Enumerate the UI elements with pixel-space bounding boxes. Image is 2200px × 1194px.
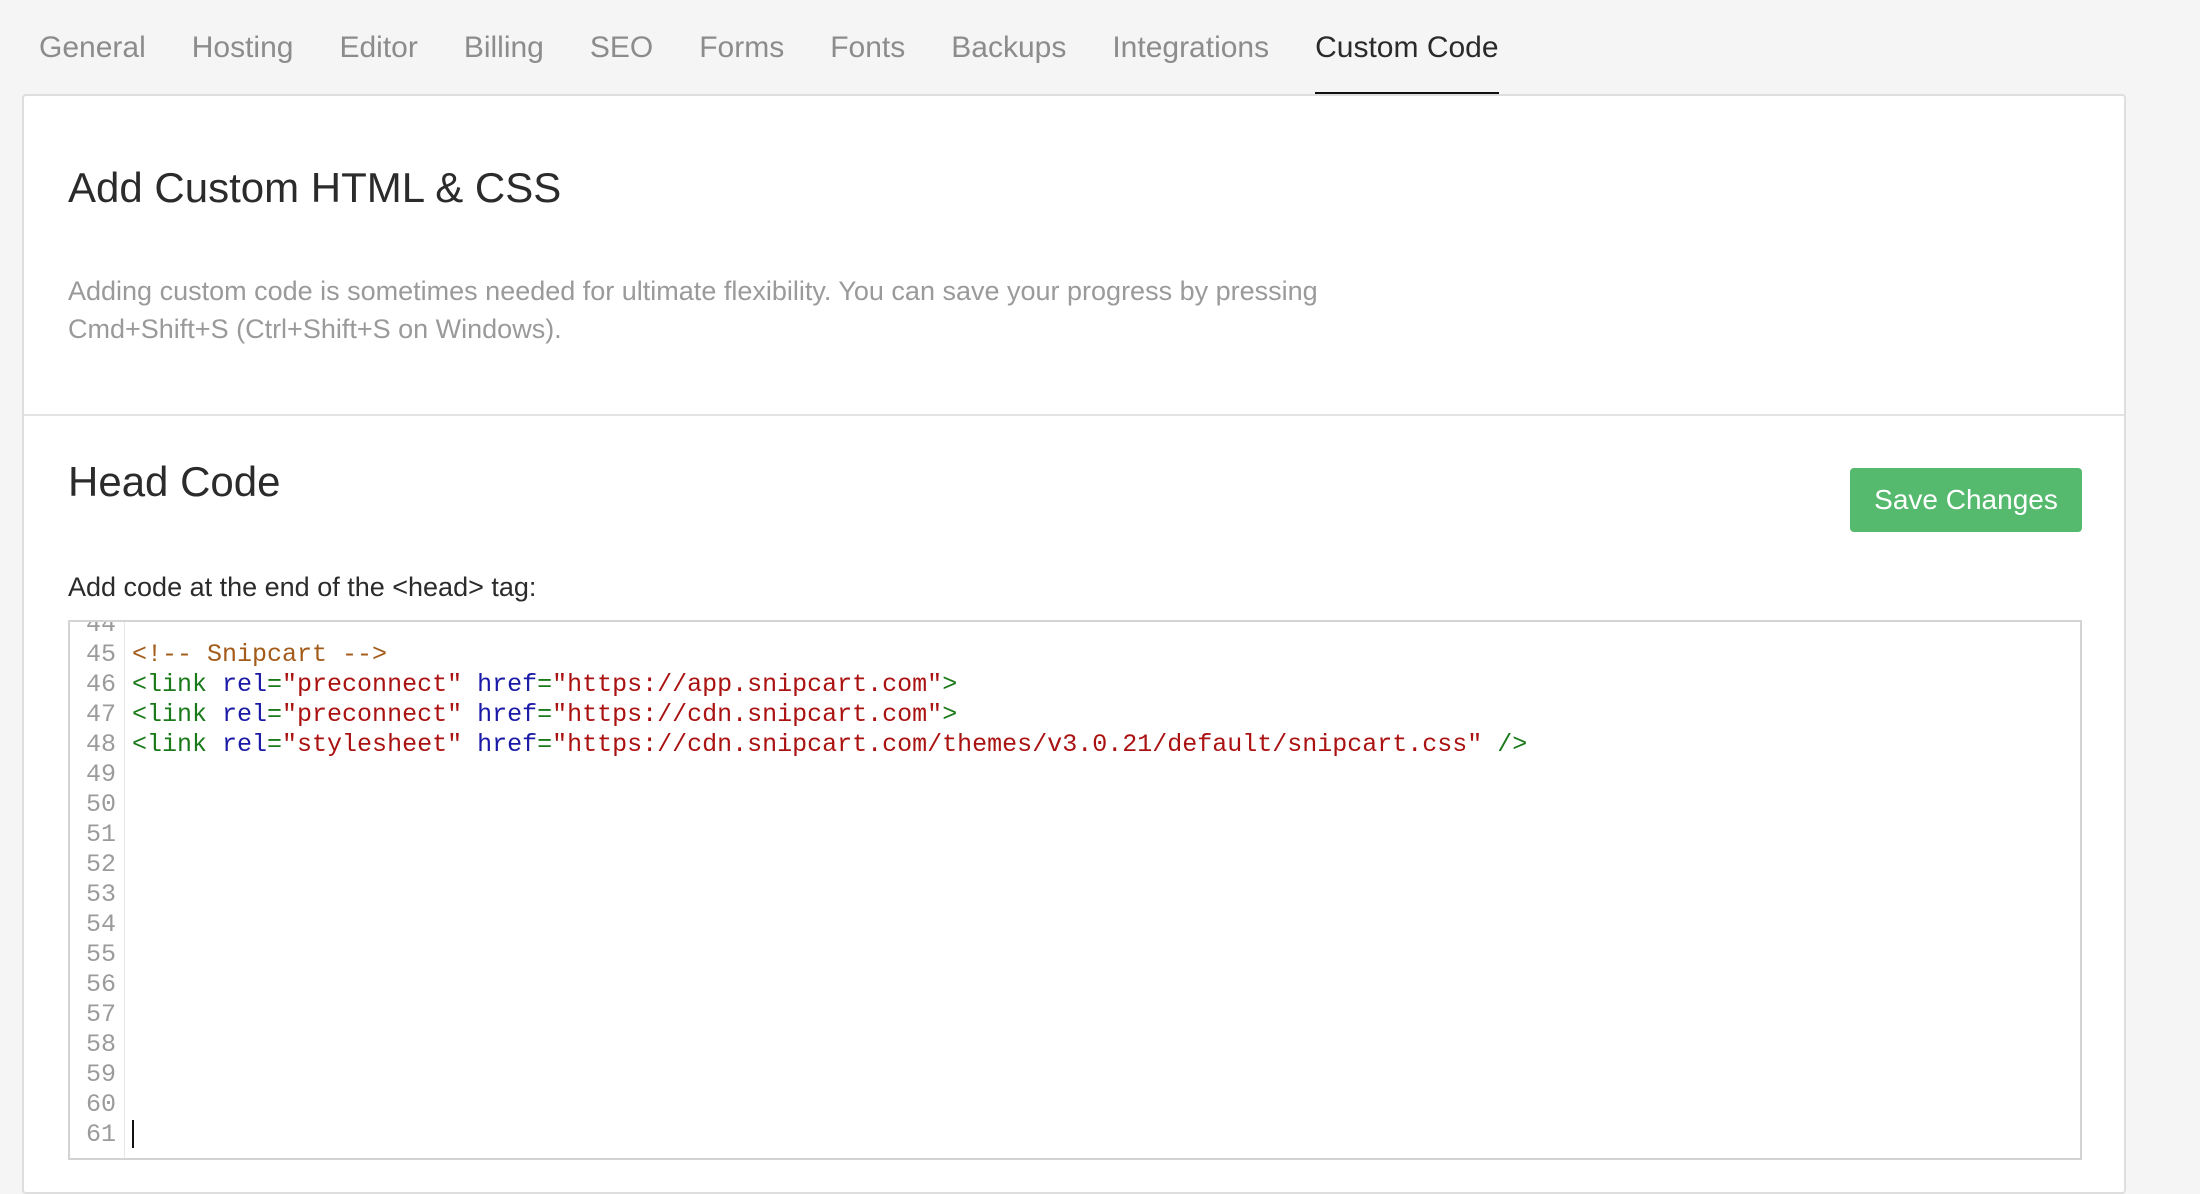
- line-number: 44: [85, 620, 116, 639]
- line-number: 58: [85, 1030, 116, 1059]
- tab-general[interactable]: General: [22, 0, 163, 96]
- tab-seo[interactable]: SEO: [573, 0, 670, 96]
- custom-code-panel: Add Custom HTML & CSS Adding custom code…: [22, 94, 2126, 1194]
- line-number: 46: [85, 670, 116, 699]
- code-line: 60: [70, 1090, 2080, 1120]
- line-number: 60: [85, 1090, 116, 1119]
- line-code: <link rel="stylesheet" href="https://cdn…: [132, 730, 1528, 759]
- head-code-title: Head Code: [68, 458, 281, 505]
- code-line: 57: [70, 1000, 2080, 1030]
- save-changes-button[interactable]: Save Changes: [1850, 468, 2082, 532]
- line-number: 52: [85, 850, 116, 879]
- code-line: 50: [70, 790, 2080, 820]
- code-line: 55: [70, 940, 2080, 970]
- head-code-field-label: Add code at the end of the <head> tag:: [68, 572, 537, 602]
- page-title: Add Custom HTML & CSS: [68, 164, 562, 211]
- line-number: 53: [85, 880, 116, 909]
- line-number: 61: [85, 1120, 116, 1149]
- code-line: 59: [70, 1060, 2080, 1090]
- tab-fonts[interactable]: Fonts: [813, 0, 922, 96]
- intro-section: Add Custom HTML & CSS Adding custom code…: [24, 96, 2124, 416]
- code-line: 53: [70, 880, 2080, 910]
- tab-forms[interactable]: Forms: [682, 0, 801, 96]
- line-number: 57: [85, 1000, 116, 1029]
- line-code: <link rel="preconnect" href="https://cdn…: [132, 700, 958, 729]
- line-number: 48: [85, 730, 116, 759]
- code-line: 54: [70, 910, 2080, 940]
- line-number: 45: [85, 640, 116, 669]
- line-number: 50: [85, 790, 116, 819]
- tab-billing[interactable]: Billing: [447, 0, 561, 96]
- tab-editor[interactable]: Editor: [322, 0, 434, 96]
- line-number: 55: [85, 940, 116, 969]
- line-number: 47: [85, 700, 116, 729]
- code-line: 56: [70, 970, 2080, 1000]
- code-line: 61: [70, 1120, 2080, 1150]
- code-line: 49: [70, 760, 2080, 790]
- code-lines: 44 45 <!-- Snipcart --> 46 <link rel="precon…: [70, 620, 2080, 1150]
- intro-description: Adding custom code is sometimes needed f…: [68, 276, 1318, 344]
- settings-tabs: General Hosting Editor Billing SEO Forms Fonts…: [22, 0, 1528, 96]
- code-line: 46 <link rel="preconnect" href="https://a…: [70, 670, 2080, 700]
- code-line: 44: [70, 620, 2080, 640]
- code-line: 47 <link rel="preconnect" href="https://c…: [70, 700, 2080, 730]
- line-number: 51: [85, 820, 116, 849]
- line-number: 49: [85, 760, 116, 789]
- code-line: 48 <link rel="stylesheet" href="https://c…: [70, 730, 2080, 760]
- tab-custom-code[interactable]: Custom Code: [1298, 0, 1515, 96]
- tab-backups[interactable]: Backups: [934, 0, 1083, 96]
- line-code: <!-- Snipcart -->: [132, 640, 388, 669]
- line-code: <link rel="preconnect" href="https://app…: [132, 670, 958, 699]
- code-line: 52: [70, 850, 2080, 880]
- tab-hosting[interactable]: Hosting: [175, 0, 311, 96]
- line-number: 54: [85, 910, 116, 939]
- head-code-editor[interactable]: 44 45 <!-- Snipcart --> 46 <link rel="precon…: [68, 620, 2082, 1160]
- code-line: 45 <!-- Snipcart -->: [70, 640, 2080, 670]
- code-line: 58: [70, 1030, 2080, 1060]
- code-line: 51: [70, 820, 2080, 850]
- line-code: [124, 1120, 134, 1150]
- text-cursor: [132, 1120, 134, 1149]
- line-number: 56: [85, 970, 116, 999]
- line-number: 59: [85, 1060, 116, 1089]
- tab-integrations[interactable]: Integrations: [1095, 0, 1286, 96]
